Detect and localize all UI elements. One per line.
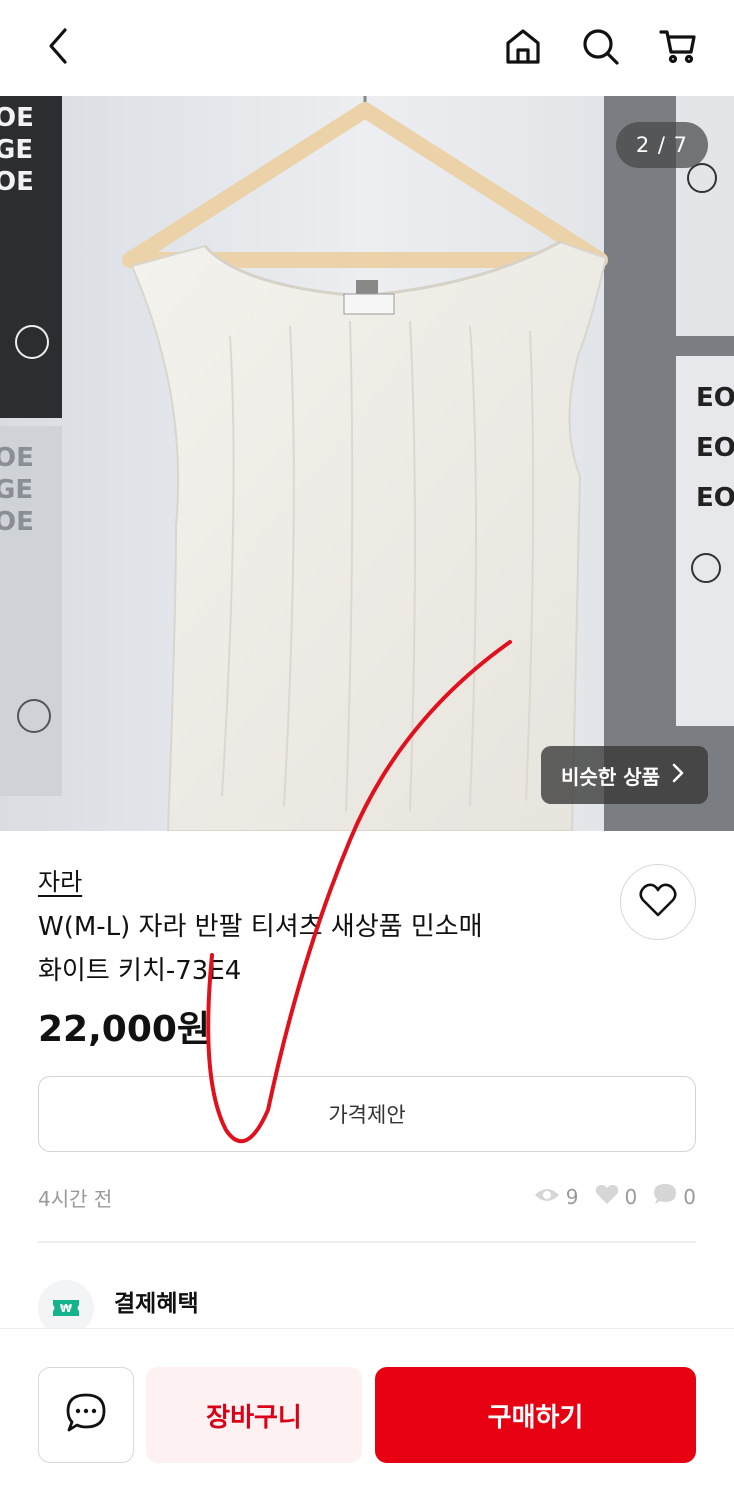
top-bar [0,0,734,96]
price-offer-button[interactable]: 가격제안 [38,1076,696,1152]
svg-text:EO: EO [696,483,734,513]
product-price: 22,000원 [38,1009,211,1050]
product-image-gallery[interactable]: OE GE OE OE GE OE EO EO EO 2 / 7 비슷한 상품 [0,96,734,831]
svg-text:OE: OE [0,167,34,197]
bottom-action-bar: 장바구니 구매하기 [0,1328,734,1500]
comments-count: 0 [683,1184,696,1209]
svg-text:GE: GE [0,135,33,165]
views-stat: 9 [534,1185,579,1209]
product-title-line-1: W(M-L) 자라 반팔 티셔츠 새상품 민소매 [38,912,483,942]
home-icon [503,26,543,70]
wishlist-button[interactable] [620,864,696,940]
product-title-line-2: 화이트 키치-73E4 [38,956,242,986]
svg-text:OE: OE [0,103,34,133]
cart-icon [658,26,698,70]
views-count: 9 [565,1184,579,1209]
likes-count: 0 [624,1184,638,1209]
chevron-left-icon [43,26,73,70]
buy-now-button[interactable]: 구매하기 [375,1367,696,1463]
svg-text:₩: ₩ [60,1302,72,1315]
heart-filled-icon [595,1183,619,1210]
payment-benefit-label: 결제혜택 [114,1291,199,1317]
product-photo: OEGEOE OEGEOE EOEOEO [0,96,734,831]
chat-icon [64,1392,108,1438]
svg-text:OE: OE [0,507,34,537]
chat-button[interactable] [38,1367,134,1463]
heart-icon [638,882,678,922]
home-button[interactable] [499,24,547,72]
chevron-right-icon [672,763,684,788]
add-to-cart-button[interactable]: 장바구니 [146,1367,362,1463]
eye-icon [534,1185,560,1209]
likes-stat: 0 [595,1183,638,1210]
cart-button[interactable] [654,24,702,72]
comments-stat: 0 [653,1183,696,1210]
product-stats: 9 0 0 [534,1183,696,1210]
svg-text:OE: OE [0,443,34,473]
svg-text:EO: EO [696,433,734,463]
search-button[interactable] [576,24,624,72]
chat-bubble-icon [653,1183,677,1210]
image-counter-badge: 2 / 7 [615,122,708,168]
brand-link[interactable]: 자라 [38,862,82,897]
similar-products-label: 비슷한 상품 [561,764,660,789]
posted-time: 4시간 전 [38,1187,113,1211]
product-title: W(M-L) 자라 반팔 티셔츠 새상품 민소매 화이트 키치-73E4 [38,905,598,993]
search-icon [580,26,620,70]
similar-products-button[interactable]: 비슷한 상품 [541,746,708,804]
back-button[interactable] [34,24,82,72]
svg-text:GE: GE [0,475,33,505]
section-divider [38,1241,696,1243]
svg-text:EO: EO [696,383,734,413]
